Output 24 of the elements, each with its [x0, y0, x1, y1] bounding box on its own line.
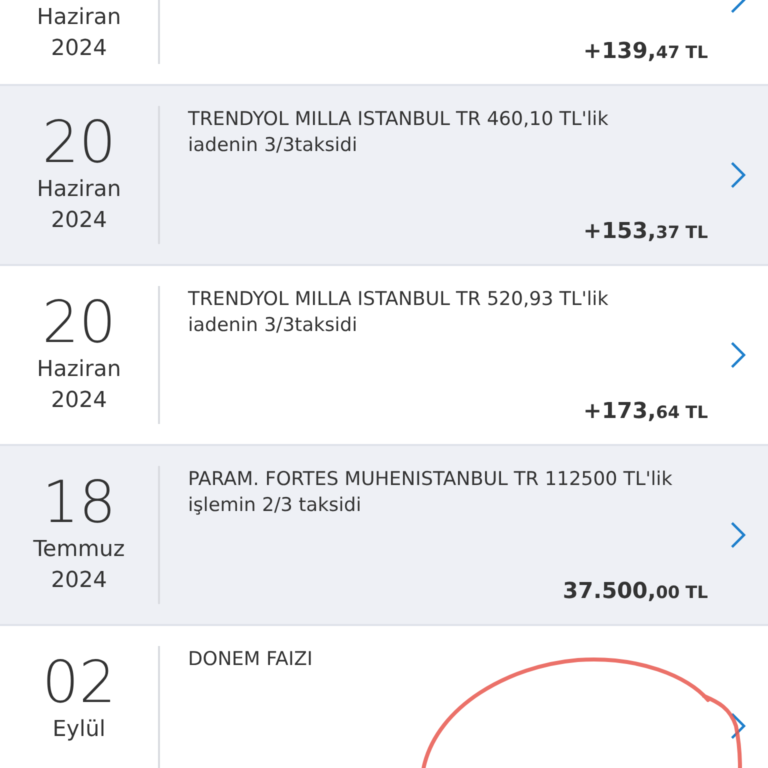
day-number: 20 — [42, 290, 116, 354]
month-label: Eylül — [52, 716, 106, 744]
month-label: Haziran — [36, 176, 122, 204]
transaction-description: TRENDYOL MILLA ISTANBUL TR 460,10 TL'lik iadenin 3/3taksidi — [188, 107, 610, 158]
amount-text: +153,37 TL — [583, 219, 708, 244]
transaction-description: DONEM FAIZI — [188, 647, 314, 672]
day-number: 18 — [42, 470, 116, 534]
month-label: Haziran — [36, 4, 122, 32]
transaction-description: PARAM. FORTES MUHENISTANBUL TR 112500 TL'lik işlemin 2/3 taksidi — [188, 467, 674, 518]
year-label: 2024 — [51, 207, 107, 235]
transaction-row[interactable]: 20 Haziran 2024 TRENDYOL MILLA ISTANBUL TR 460,10 TL'lik iadenin 3/3taksidi +153,37 TL — [0, 86, 768, 266]
day-number: 20 — [42, 110, 116, 174]
transaction-row[interactable]: 02 Eylül DONEM FAIZI — [0, 626, 768, 768]
month-label: Haziran — [36, 356, 122, 384]
month-label: Temmuz — [33, 536, 125, 564]
year-label: 2024 — [51, 35, 107, 63]
day-number: 02 — [42, 650, 116, 714]
transaction-description: TRENDYOL MILLA ISTANBUL TR 520,93 TL'lik iadenin 3/3taksidi — [188, 287, 610, 338]
amount-text: 37.500,00 TL — [562, 579, 708, 604]
transaction-row[interactable]: 18 Temmuz 2024 PARAM. FORTES MUHENISTANBUL TR 112500 TL'lik işlemin 2/3 taksidi 37.500,00 TL — [0, 446, 768, 626]
year-label: 2024 — [51, 387, 107, 415]
amount-text: +173,64 TL — [583, 399, 708, 424]
year-label: 2024 — [51, 567, 107, 595]
amount-text: +139,47 TL — [583, 39, 708, 64]
